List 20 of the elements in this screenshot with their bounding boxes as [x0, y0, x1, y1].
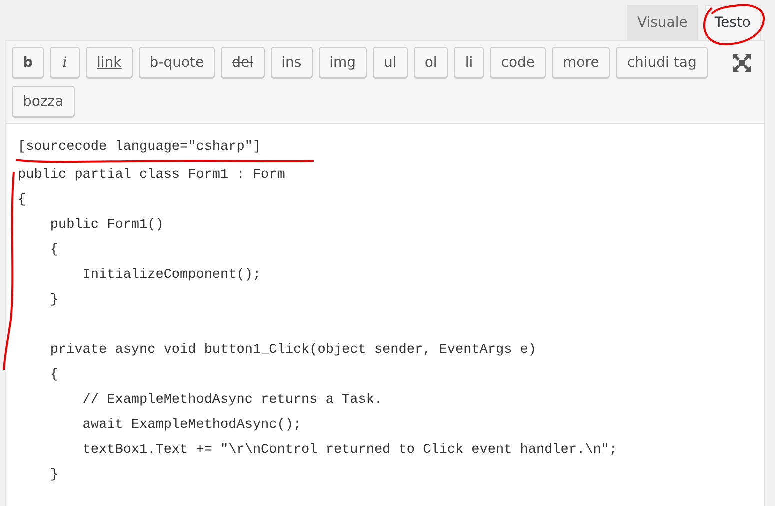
editor-tab[interactable]: Testo	[704, 5, 761, 40]
tag-button[interactable]: link	[86, 47, 133, 78]
code-text: public partial class Form1 : Form { public Form1() { InitializeComponent(); } private async void button1_Click(object sender, EventArgs e) { // ExampleMethodAsync returns a Task. await ExampleMethodAsync(); textBox1.Text += "\r\nControl returned to Click event handler.\n"; }	[18, 167, 618, 485]
tag-button[interactable]: b-quote	[138, 47, 216, 78]
tag-button[interactable]: del	[221, 47, 265, 78]
tag-button[interactable]: b	[12, 47, 44, 78]
fullscreen-icon[interactable]	[732, 53, 752, 73]
tag-button[interactable]: ol	[414, 47, 448, 78]
shortcode-text: [sourcecode language="csharp"]	[18, 139, 262, 157]
text-editor[interactable]	[5, 124, 765, 506]
tag-button[interactable]: more	[552, 47, 610, 78]
tag-button[interactable]: bozza	[12, 86, 75, 117]
tag-button[interactable]: li	[454, 47, 484, 78]
tag-button[interactable]: code	[490, 47, 546, 78]
tag-button[interactable]: img	[318, 47, 368, 78]
tag-button[interactable]: chiudi tag	[616, 47, 708, 78]
editor-tab[interactable]: Visuale	[627, 5, 698, 40]
tag-button[interactable]: i	[50, 47, 80, 78]
tag-button[interactable]: ul	[373, 47, 408, 78]
tag-button[interactable]: ins	[270, 47, 313, 78]
